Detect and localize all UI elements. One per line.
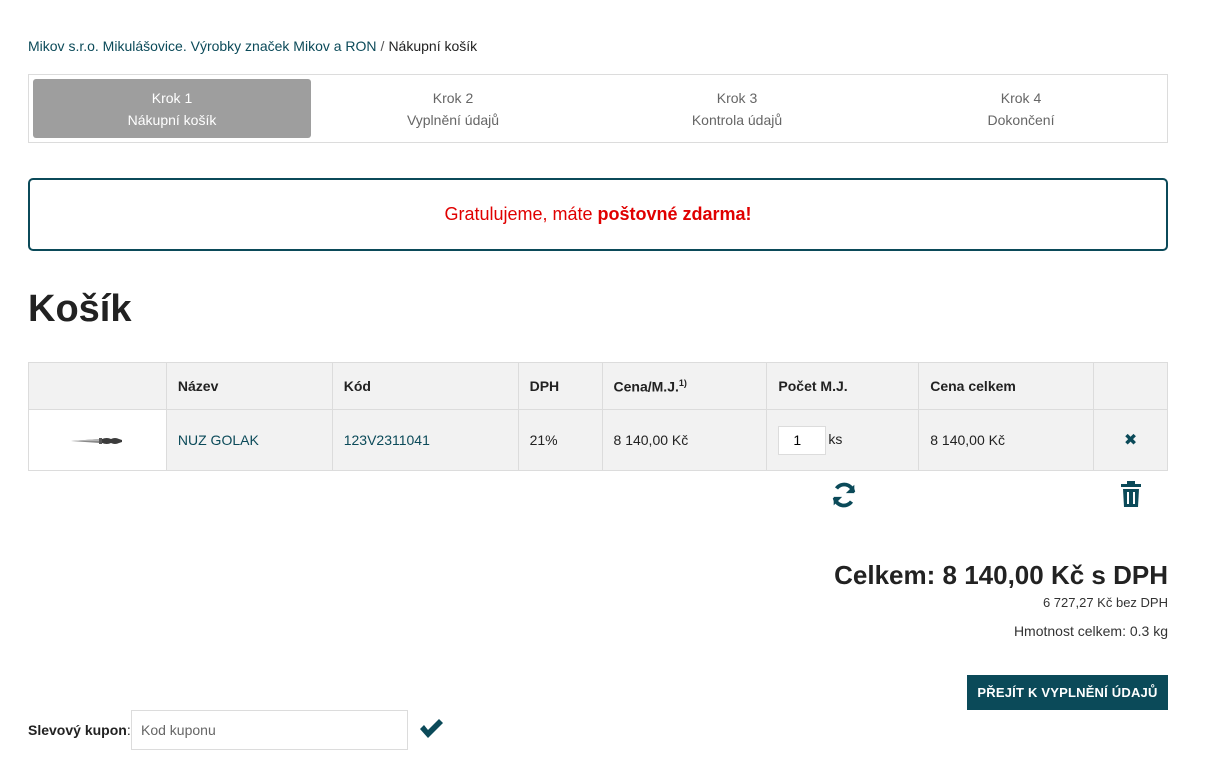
- step-1-number: Krok 1: [151, 89, 193, 106]
- notice-highlight: poštovné zdarma!: [597, 204, 752, 224]
- continue-to-details-button[interactable]: PŘEJÍT K VYPLNĚNÍ ÚDAJŮ: [967, 675, 1168, 710]
- knife-thumbnail[interactable]: [69, 434, 125, 448]
- step-4: Krok 4 Dokončení: [879, 79, 1163, 138]
- header-unit-price-label: Cena/M.J.: [613, 378, 679, 395]
- product-image-cell: [28, 409, 167, 471]
- product-name-link[interactable]: NUZ GOLAK: [178, 432, 259, 448]
- breadcrumb: Mikov s.r.o. Mikulášovice. Výrobky znače…: [28, 38, 477, 54]
- header-unit-price-note: 1): [678, 377, 687, 388]
- breadcrumb-separator: /: [380, 38, 385, 54]
- step-2-number: Krok 2: [432, 89, 474, 106]
- close-icon[interactable]: ✖: [1105, 430, 1156, 450]
- step-1-label: Nákupní košík: [127, 111, 217, 128]
- product-name-cell: NUZ GOLAK: [165, 409, 333, 471]
- coupon-label-text: Slevový kupon: [28, 722, 127, 738]
- header-name: Název: [165, 362, 333, 410]
- step-3-number: Krok 3: [716, 89, 758, 106]
- step-3-label: Kontrola údajů: [691, 111, 783, 128]
- step-2-label: Vyplnění údajů: [406, 111, 500, 128]
- product-code-cell: 123V2311041: [331, 409, 519, 471]
- header-unit-price: Cena/M.J.1): [601, 362, 768, 410]
- quantity-input[interactable]: [778, 425, 827, 455]
- product-quantity-cell: ks: [766, 409, 920, 471]
- step-2: Krok 2 Vyplnění údajů: [311, 79, 595, 138]
- step-1: Krok 1 Nákupní košík: [33, 79, 311, 138]
- header-remove: [1093, 362, 1168, 410]
- coupon-input[interactable]: [131, 710, 408, 750]
- header-quantity: Počet M.J.: [766, 362, 920, 410]
- trash-icon[interactable]: [1120, 480, 1142, 508]
- step-3: Krok 3 Kontrola údajů: [595, 79, 879, 138]
- header-total: Cena celkem: [918, 362, 1095, 410]
- coupon-label: Slevový kupon:: [28, 722, 131, 738]
- product-unit-price: 8 140,00 Kč: [601, 409, 768, 471]
- step-4-number: Krok 4: [1000, 89, 1042, 106]
- breadcrumb-current: Nákupní košík: [388, 38, 478, 54]
- cart-table: Název Kód DPH Cena/M.J.1) Počet M.J. Cen…: [28, 362, 1168, 471]
- checkout-steps: Krok 1 Nákupní košík Krok 2 Vyplnění úda…: [28, 74, 1168, 143]
- notice-text: Gratulujeme, máte: [444, 204, 593, 224]
- product-total: 8 140,00 Kč: [918, 409, 1095, 471]
- product-vat: 21%: [517, 409, 603, 471]
- cart-total: Celkem: 8 140,00 Kč s DPH: [834, 560, 1168, 590]
- table-row: NUZ GOLAK 123V2311041 21% 8 140,00 Kč ks…: [28, 409, 1168, 471]
- header-code: Kód: [331, 362, 519, 410]
- cart-header-row: Název Kód DPH Cena/M.J.1) Počet M.J. Cen…: [28, 362, 1168, 410]
- product-code-link[interactable]: 123V2311041: [344, 432, 430, 448]
- refresh-icon[interactable]: [829, 480, 859, 510]
- free-shipping-notice: Gratulujeme, máte poštovné zdarma!: [28, 178, 1168, 251]
- cart-total-without-vat: 6 727,27 Kč bez DPH: [1042, 595, 1168, 610]
- check-icon[interactable]: [418, 718, 444, 740]
- cart-weight: Hmotnost celkem: 0.3 kg: [1013, 623, 1168, 639]
- step-4-label: Dokončení: [987, 111, 1055, 128]
- header-image: [28, 362, 167, 410]
- breadcrumb-home-link[interactable]: Mikov s.r.o. Mikulášovice. Výrobky znače…: [28, 38, 377, 54]
- header-vat: DPH: [517, 362, 603, 410]
- quantity-unit: ks: [828, 430, 843, 447]
- page-title: Košík: [28, 288, 132, 330]
- product-remove-cell: ✖: [1093, 409, 1168, 471]
